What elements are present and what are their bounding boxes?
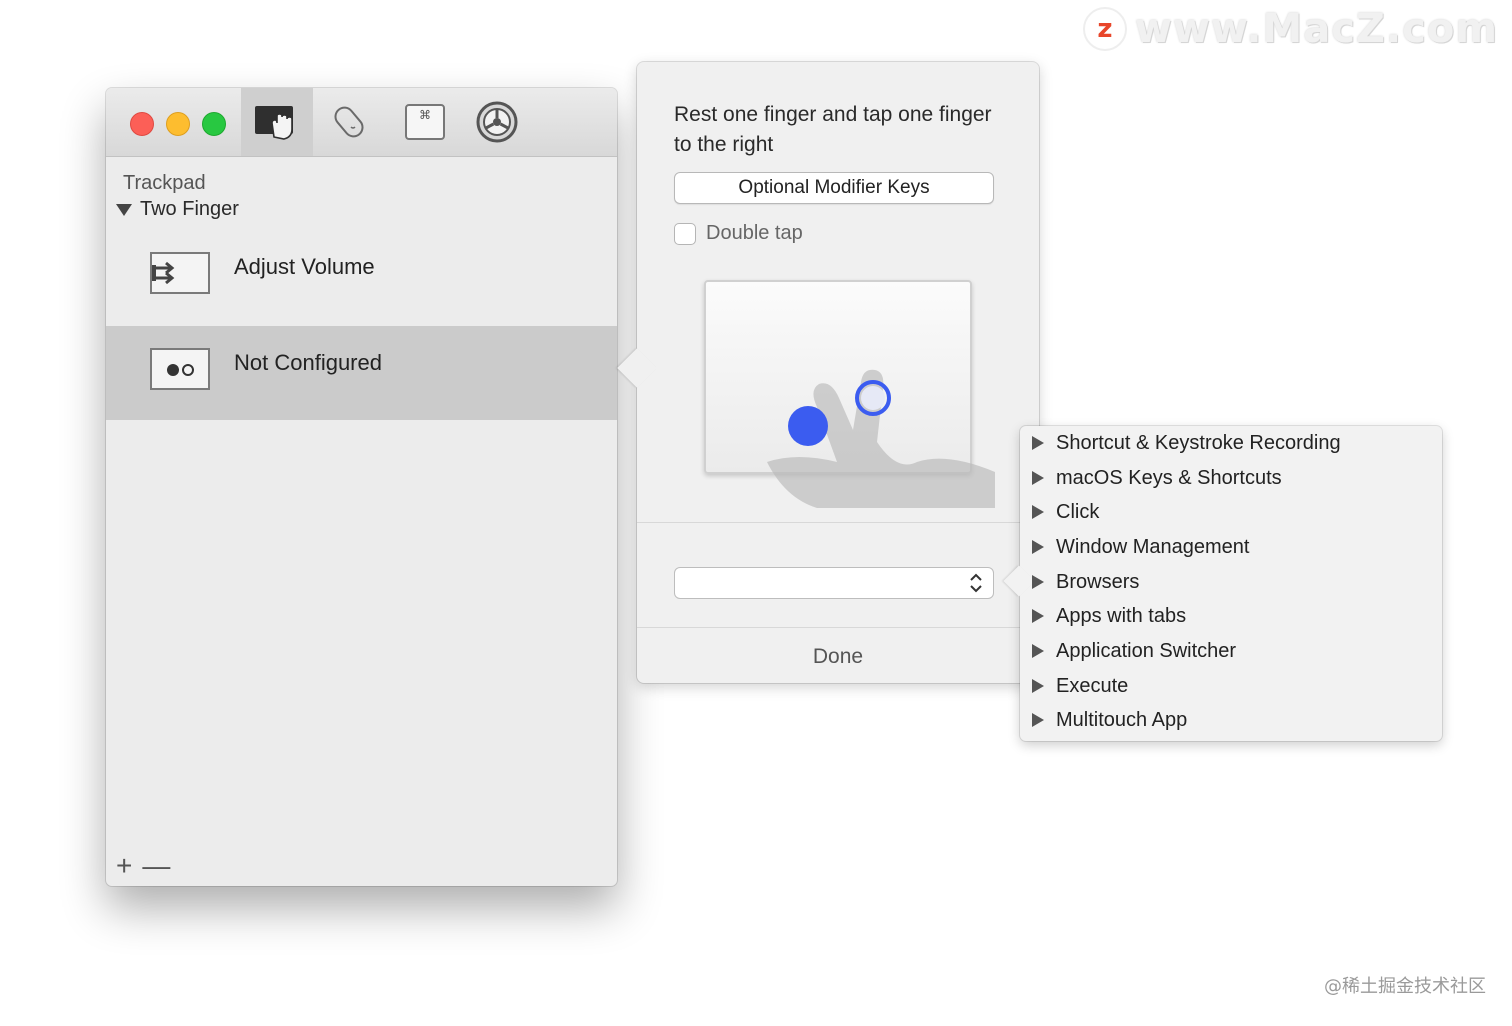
optional-modifier-keys-button[interactable]: Optional Modifier Keys <box>674 172 994 204</box>
trackpad-gesture-icon <box>255 106 293 140</box>
action-select[interactable] <box>674 567 994 599</box>
close-button[interactable] <box>130 112 154 136</box>
menu-item-label: macOS Keys & Shortcuts <box>1056 466 1282 489</box>
menu-item-label: Shortcut & Keystroke Recording <box>1056 431 1341 454</box>
toolbar-mouse-tab[interactable] <box>314 88 386 156</box>
hand-gesture-illustration <box>767 369 995 508</box>
watermark-text: www.MacZ.com <box>1134 6 1498 52</box>
submenu-triangle-icon <box>1032 505 1044 519</box>
gesture-label: Adjust Volume <box>234 254 375 279</box>
menu-item-shortcut-recording[interactable]: Shortcut & Keystroke Recording <box>1032 426 1341 460</box>
double-tap-option[interactable]: Double tap <box>674 222 803 245</box>
submenu-triangle-icon <box>1032 644 1044 658</box>
done-button[interactable]: Done <box>637 628 1039 683</box>
popover-arrow <box>617 348 657 388</box>
gesture-row-adjust-volume[interactable]: Adjust Volume <box>106 230 617 324</box>
svg-text:⌘: ⌘ <box>419 108 431 122</box>
gesture-config-popover: Rest one finger and tap one finger to th… <box>617 62 1039 683</box>
action-category-menu: Shortcut & Keystroke Recording macOS Key… <box>1003 426 1442 741</box>
zoom-button[interactable] <box>202 112 226 136</box>
submenu-triangle-icon <box>1032 436 1044 450</box>
menu-item-application-switcher[interactable]: Application Switcher <box>1032 634 1236 668</box>
resting-finger-point <box>788 406 828 446</box>
sidebar-section-title: Trackpad <box>123 172 206 194</box>
disclosure-triangle-icon[interactable] <box>116 203 132 216</box>
gesture-instructions: Rest one finger and tap one finger to th… <box>674 103 992 156</box>
magic-mouse-icon <box>334 106 364 138</box>
menu-item-label: Execute <box>1056 674 1129 697</box>
menu-item-label: Apps with tabs <box>1056 604 1187 627</box>
preferences-gear-icon <box>476 101 518 143</box>
submenu-triangle-icon <box>1032 679 1044 693</box>
submenu-triangle-icon <box>1032 609 1044 623</box>
menu-item-label: Browsers <box>1056 570 1140 593</box>
titlebar: ⌘ <box>106 88 617 157</box>
keyboard-command-icon: ⌘ <box>405 104 445 140</box>
menu-item-execute[interactable]: Execute <box>1032 669 1128 703</box>
group-label: Two Finger <box>140 198 239 220</box>
menu-item-click[interactable]: Click <box>1032 495 1099 529</box>
gesture-row-not-configured[interactable]: Not Configured <box>106 326 617 420</box>
add-gesture-button[interactable]: + <box>116 850 132 882</box>
swipe-arrows-icon <box>150 252 210 294</box>
menu-item-label: Window Management <box>1056 535 1250 558</box>
select-chevron-icon <box>970 573 982 593</box>
double-tap-checkbox[interactable] <box>674 222 696 245</box>
menu-item-label: Multitouch App <box>1056 708 1188 731</box>
submenu-triangle-icon <box>1032 575 1044 589</box>
menu-item-apps-with-tabs[interactable]: Apps with tabs <box>1032 599 1186 633</box>
remove-gesture-button[interactable]: — <box>142 850 170 882</box>
macz-logo: z <box>1082 7 1127 51</box>
menu-item-browsers[interactable]: Browsers <box>1032 565 1139 599</box>
submenu-triangle-icon <box>1032 713 1044 727</box>
menu-item-multitouch-app[interactable]: Multitouch App <box>1032 703 1187 737</box>
menu-item-label: Application Switcher <box>1056 639 1237 662</box>
toolbar-trackpad-tab[interactable] <box>241 88 313 156</box>
divider <box>637 522 1039 523</box>
menu-item-window-management[interactable]: Window Management <box>1032 530 1249 564</box>
toolbar-preferences-tab[interactable] <box>461 88 533 156</box>
gesture-label: Not Configured <box>234 350 382 375</box>
credit-text: @稀土掘金技术社区 <box>1324 976 1486 997</box>
watermark: z www.MacZ.com <box>1082 6 1498 52</box>
submenu-triangle-icon <box>1032 540 1044 554</box>
menu-item-label: Click <box>1056 500 1100 523</box>
sidebar-footer: + — <box>116 850 170 882</box>
double-tap-label: Double tap <box>706 222 803 244</box>
main-window: ⌘ Trackpad Two Finger Adjust Volume Not … <box>106 88 617 886</box>
toolbar-keyboard-tab[interactable]: ⌘ <box>389 88 461 156</box>
tap-dots-icon <box>150 348 210 390</box>
menu-item-macos-keys[interactable]: macOS Keys & Shortcuts <box>1032 461 1282 495</box>
sidebar-group-two-finger[interactable]: Two Finger <box>116 198 239 221</box>
submenu-triangle-icon <box>1032 471 1044 485</box>
minimize-button[interactable] <box>166 112 190 136</box>
